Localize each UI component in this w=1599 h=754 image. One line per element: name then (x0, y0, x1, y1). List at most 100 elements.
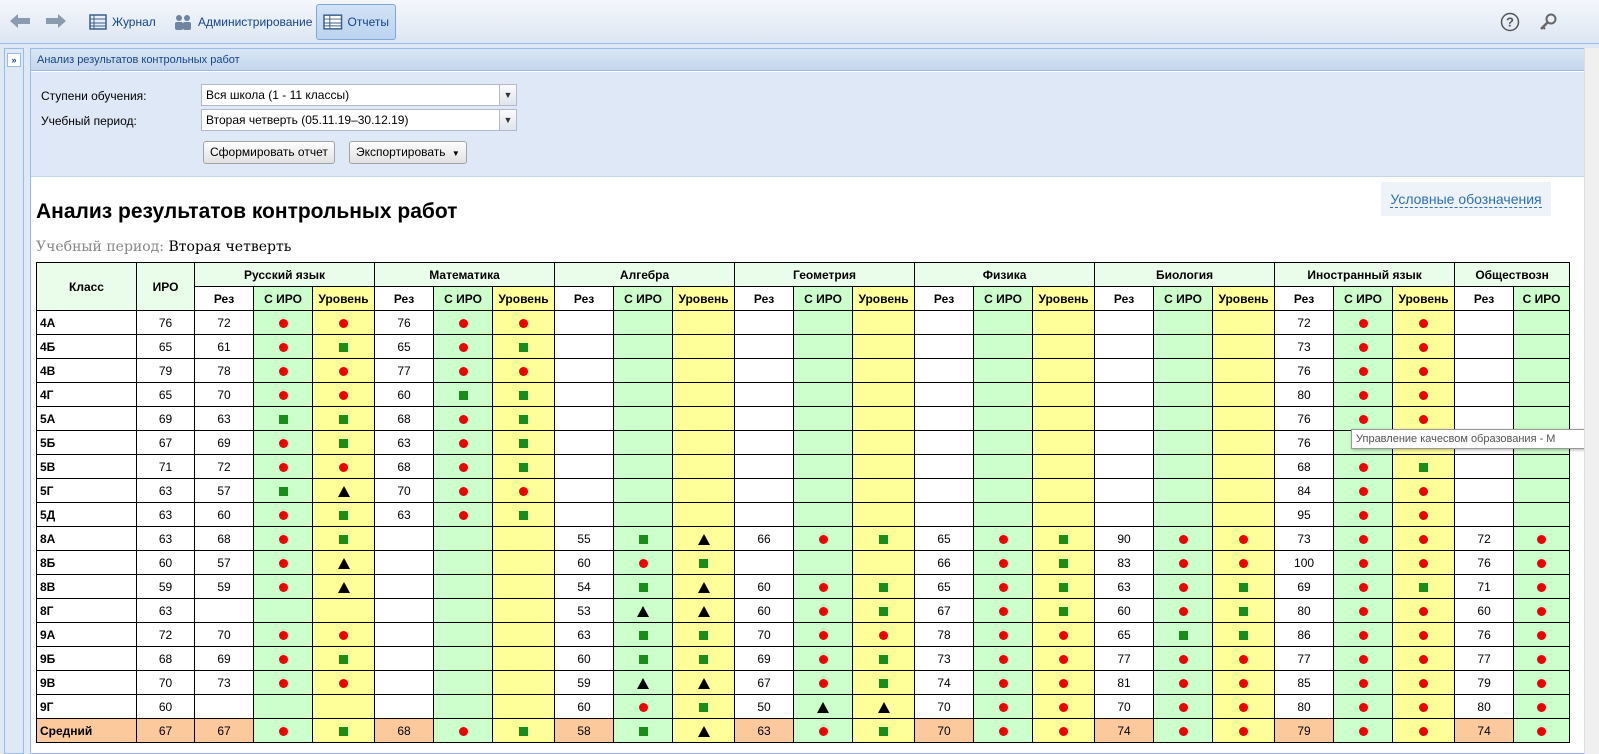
circle-marker-icon (519, 318, 529, 328)
level-cell (672, 358, 736, 383)
level-cell (852, 574, 916, 599)
sub-header: Рез (194, 286, 254, 311)
circle-marker-icon (818, 726, 828, 736)
level-cell (672, 718, 736, 743)
level-cell (852, 598, 916, 623)
result-cell: 63 (374, 430, 435, 455)
expand-sidebar-icon[interactable]: » (7, 53, 21, 67)
result-cell (1454, 478, 1515, 503)
square-marker-icon (519, 390, 529, 400)
square-marker-icon (879, 582, 889, 592)
level-cell (311, 598, 376, 623)
level-cell (1392, 382, 1456, 407)
vs-iro-cell (253, 430, 313, 455)
level-cell (852, 646, 916, 671)
result-cell: 59 (554, 670, 615, 695)
result-cell (554, 478, 615, 503)
square-marker-icon (339, 654, 348, 664)
level-cell (492, 430, 556, 455)
result-cell: 66 (914, 550, 975, 575)
circle-marker-icon (998, 702, 1008, 712)
vs-iro-cell (253, 310, 313, 335)
level-cell (492, 358, 556, 383)
vs-iro-cell (613, 526, 674, 551)
vs-iro-cell (1513, 406, 1571, 431)
vs-iro-cell (1333, 478, 1394, 503)
circle-marker-icon (458, 462, 468, 472)
report-period-label: Учебный период: (36, 239, 165, 255)
circle-marker-icon (998, 606, 1008, 616)
export-button[interactable]: Экспортировать ▼ (349, 141, 467, 164)
level-cell (1032, 358, 1096, 383)
key-icon[interactable] (1538, 12, 1558, 32)
result-cell: 73 (1274, 334, 1335, 359)
result-cell: 67 (734, 670, 795, 695)
class-cell: 5Д (36, 502, 137, 527)
reports-button[interactable]: Отчеты (316, 4, 396, 40)
result-cell: 76 (1274, 430, 1335, 455)
result-cell (914, 502, 975, 527)
result-cell (1094, 382, 1155, 407)
level-cell (492, 550, 556, 575)
sub-header: Уровень (1392, 286, 1456, 311)
forward-arrow-icon[interactable] (44, 10, 68, 32)
circle-marker-icon (1358, 510, 1368, 520)
period-label: Учебный период: (41, 114, 137, 128)
level-select[interactable]: Вся школа (1 - 11 классы) ▼ (201, 84, 517, 106)
result-cell: 74 (914, 670, 975, 695)
level-cell (1392, 526, 1456, 551)
result-cell: 79 (1274, 718, 1335, 743)
triangle-marker-icon (697, 533, 710, 545)
back-arrow-icon[interactable] (8, 10, 32, 32)
square-marker-icon (1239, 630, 1249, 640)
chevron-down-icon[interactable]: ▼ (499, 110, 516, 130)
result-cell: 66 (734, 526, 795, 551)
vs-iro-cell (793, 382, 854, 407)
journal-button[interactable]: Журнал (82, 4, 163, 40)
level-cell (492, 694, 556, 719)
level-cell (1392, 694, 1456, 719)
class-cell: 9Б (36, 646, 137, 671)
vs-iro-cell (1153, 478, 1214, 503)
legend-link[interactable]: Условные обозначения (1381, 182, 1551, 216)
vs-iro-cell (1333, 622, 1394, 647)
level-cell (672, 526, 736, 551)
result-cell (1454, 502, 1515, 527)
level-cell (1392, 358, 1456, 383)
result-cell: 80 (1454, 694, 1515, 719)
circle-marker-icon (1358, 582, 1368, 592)
square-marker-icon (879, 606, 889, 616)
chevron-down-icon[interactable]: ▼ (499, 85, 516, 105)
circle-marker-icon (1537, 726, 1547, 736)
iro-cell: 65 (136, 382, 195, 407)
help-icon[interactable]: ? (1500, 12, 1520, 32)
level-cell (492, 574, 556, 599)
circle-marker-icon (278, 390, 288, 400)
result-cell: 68 (194, 526, 254, 551)
level-cell (852, 382, 916, 407)
circle-marker-icon (1419, 390, 1429, 400)
level-cell (311, 550, 376, 575)
circle-marker-icon (1358, 558, 1368, 568)
level-cell (672, 310, 736, 335)
vertical-scrollbar[interactable] (1584, 48, 1599, 754)
result-cell: 90 (1094, 526, 1155, 551)
vs-iro-cell (613, 406, 674, 431)
vs-iro-cell (1153, 622, 1214, 647)
level-cell (1212, 382, 1276, 407)
vs-iro-cell (793, 574, 854, 599)
generate-report-button[interactable]: Сформировать отчет (203, 141, 335, 164)
result-cell (914, 382, 975, 407)
level-cell (1032, 430, 1096, 455)
result-cell (914, 334, 975, 359)
level-cell (1032, 694, 1096, 719)
admin-button[interactable]: Администрирование (166, 4, 319, 40)
circle-marker-icon (1239, 534, 1249, 544)
level-cell (672, 382, 736, 407)
table-row: Средний 67 67 68 58 63 70 74 79 74 (36, 718, 1571, 743)
circle-marker-icon (278, 534, 288, 544)
square-marker-icon (638, 726, 648, 736)
period-select[interactable]: Вторая четверть (05.11.19–30.12.19) ▼ (201, 109, 517, 131)
vs-iro-cell (613, 598, 674, 623)
level-cell (492, 382, 556, 407)
